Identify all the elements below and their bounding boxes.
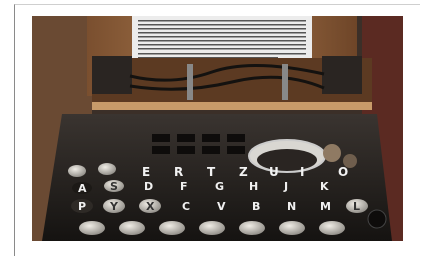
key-letter-h: H	[249, 180, 258, 193]
lamp-letter-o: O	[338, 165, 348, 179]
key-row-3: P Y X C V B N M L	[71, 199, 368, 213]
key-cap	[98, 163, 116, 175]
key-letter-v: V	[217, 200, 226, 213]
right-socket-block	[322, 56, 362, 94]
key-letter-p: P	[78, 200, 86, 213]
key-letter-k: K	[320, 180, 329, 193]
lamp-letter-t: T	[207, 165, 216, 179]
key-letter-c: C	[182, 200, 190, 213]
left-socket-block	[92, 56, 132, 94]
rotor-knob	[323, 144, 341, 162]
key-letter-b: B	[252, 200, 260, 213]
lamp-letter-e: E	[142, 165, 150, 179]
key-letter-s: S	[110, 180, 118, 193]
lamp-letter-u: U	[269, 165, 279, 179]
rotor-window-inner	[257, 149, 317, 171]
key-letter-n: N	[287, 200, 296, 213]
key-letter-g: G	[215, 180, 224, 193]
lid-edge	[92, 102, 372, 110]
enigma-photo-svg: E R T Z U I O A S D F G H J K P Y X C V …	[32, 16, 403, 241]
lamp-letter-z: Z	[239, 165, 248, 179]
key-cap	[68, 165, 86, 177]
key-letter-f: F	[180, 180, 188, 193]
clip-right	[282, 64, 288, 100]
lamp-letter-r: R	[174, 165, 183, 179]
key-letter-a: A	[78, 182, 87, 195]
key-letter-j: J	[283, 180, 288, 193]
key-letter-m: M	[320, 200, 331, 213]
key-letter-l: L	[353, 200, 360, 213]
key-letter-x: X	[146, 200, 155, 213]
lamp-letter-i: I	[300, 165, 304, 179]
key-letter-y: Y	[109, 200, 119, 213]
clip-left	[187, 64, 193, 100]
enigma-photo: E R T Z U I O A S D F G H J K P Y X C V …	[32, 16, 403, 241]
key-letter-d: D	[144, 180, 153, 193]
